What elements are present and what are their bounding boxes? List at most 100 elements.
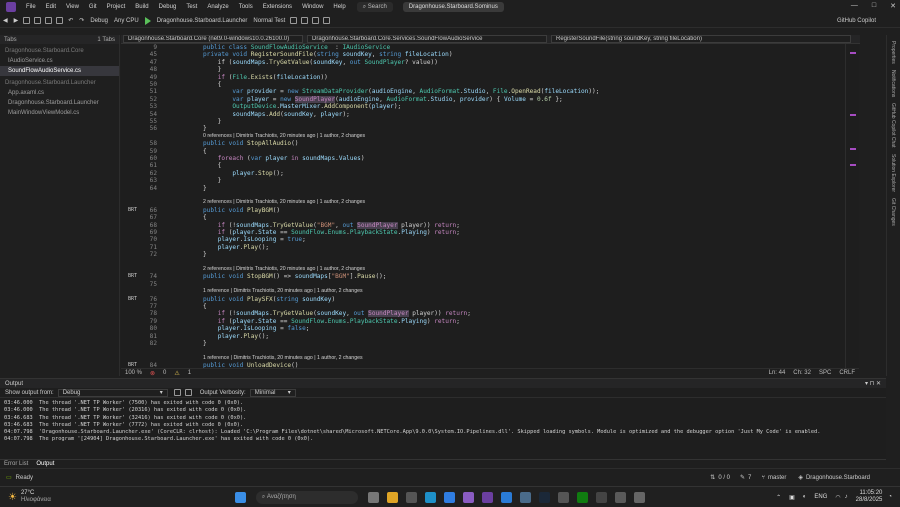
copilot-button[interactable]: GitHub Copilot [837,16,876,26]
save-all-icon[interactable] [56,17,64,24]
rail-tab-git-changes[interactable]: Git Changes [890,198,896,226]
forward-icon[interactable]: ▶ [14,16,19,26]
tab-item[interactable]: SoundFlowAudioService.cs [0,66,119,76]
output-source-select[interactable]: Debug ▾ [57,388,168,397]
rail-tab-copilot-chat[interactable]: GitHub Copilot Chat [890,103,896,147]
tab-item[interactable]: Dragonhouse.Starboard.Launcher [0,98,119,108]
clear-output-icon[interactable] [173,389,181,396]
menu-test[interactable]: Test [181,4,202,10]
open-icon[interactable] [34,17,42,24]
tool-icon[interactable] [323,17,331,24]
codelens[interactable]: 2 references | Dimitris Trachiotis, 20 m… [203,199,365,206]
changes-count[interactable]: 0 / 0 [718,475,730,481]
menu-view[interactable]: View [61,4,84,10]
menu-edit[interactable]: Edit [41,4,61,10]
tab-item[interactable]: MainWindowViewModel.cs [0,108,119,118]
undo-icon[interactable]: ↶ [68,16,73,26]
class-dropdown[interactable]: Dragonhouse.Starboard.Core.Services.Soun… [307,35,547,43]
repo-name[interactable]: Dragonhouse.Starboard [806,475,870,481]
terminal-icon[interactable] [595,491,607,503]
menu-project[interactable]: Project [102,4,131,10]
menu-extensions[interactable]: Extensions [258,4,297,10]
visual-studio-icon[interactable] [462,491,474,503]
gutter-badge[interactable]: BRT [128,296,137,303]
rider-icon[interactable] [481,491,493,503]
code-editor[interactable]: 9 public class SoundFlowAudioService : IA… [121,44,859,368]
notifications-icon[interactable]: ◔ [888,494,892,500]
file-explorer-icon[interactable] [386,491,398,503]
branch-name[interactable]: master [768,475,786,481]
menu-analyze[interactable]: Analyze [202,4,233,10]
pencil-count[interactable]: 7 [748,475,751,481]
tool-icon[interactable] [290,17,298,24]
start-debug-icon[interactable] [144,16,151,25]
wifi-icon[interactable]: ◠ [835,494,840,501]
output-text[interactable]: 03:46.000 The thread '.NET TP Worker' (7… [0,398,886,446]
language-indicator[interactable]: ENG [814,494,827,500]
test-select[interactable]: Normal Test [253,16,285,26]
platform-select[interactable]: Any CPU [114,16,139,26]
redo-icon[interactable]: ↷ [79,16,84,26]
codelens[interactable]: 1 reference | Dimitris Trachiotis, 20 mi… [203,355,363,362]
tab-group-header[interactable]: Dragonhouse.Starboard.Launcher [0,78,119,88]
github-icon[interactable] [633,491,645,503]
codelens[interactable]: 2 references | Dimitris Trachiotis, 20 m… [203,266,365,273]
tab-group-header[interactable]: Dragonhouse.Starboard.Core [0,46,119,56]
member-dropdown[interactable]: RegisterSoundFile(string soundKey, strin… [551,35,851,43]
tool-icon[interactable] [301,17,309,24]
taskbar-search[interactable]: ⌕ Αναζήτηση [255,490,358,504]
steam-icon[interactable] [538,491,550,503]
error-count[interactable]: 0 [163,370,166,376]
project-dropdown[interactable]: Dragonhouse.Starboard.Core (net9.0-windo… [123,35,303,43]
start-icon[interactable] [234,491,246,503]
zoom-level[interactable]: 100 % [125,370,142,376]
menu-file[interactable]: File [21,4,41,10]
save-icon[interactable] [45,17,53,24]
task-view-icon[interactable] [367,491,379,503]
store-icon[interactable] [405,491,417,503]
menu-window[interactable]: Window [297,4,328,10]
gutter-badge[interactable]: BRT [128,273,137,280]
tab-item[interactable]: IAudioService.cs [0,56,119,66]
rail-tab-properties[interactable]: Properties [890,41,896,64]
tab-item[interactable]: App.axaml.cs [0,88,119,98]
maximize-button[interactable]: □ [872,2,876,10]
close-button[interactable]: ✕ [890,2,896,10]
tab-error-list[interactable]: Error List [0,460,32,468]
volume-icon[interactable]: ♪ [845,494,848,500]
line-ending[interactable]: CRLF [839,370,855,376]
codelens[interactable]: 1 reference | Dimitris Trachiotis, 20 mi… [203,288,363,295]
tool-icon[interactable] [312,17,320,24]
xbox-icon[interactable] [576,491,588,503]
app-icon[interactable] [614,491,626,503]
startup-project-select[interactable]: Dragonhouse.Starboard.Launcher [157,16,248,26]
tray-icon[interactable]: ▣ [789,494,795,501]
output-window-controls[interactable]: ▾ ⊓ ✕ [865,380,881,387]
gutter-badge[interactable]: BRT [128,207,137,214]
editor-scrollbar[interactable] [845,44,859,368]
rail-tab-solution-explorer[interactable]: Solution Explorer [890,154,896,192]
minimize-button[interactable]: — [851,2,858,10]
warning-count[interactable]: 1 [188,370,191,376]
word-wrap-icon[interactable] [184,389,192,396]
chevron-up-icon[interactable]: ⌃ [776,494,781,501]
app-icon[interactable] [519,491,531,503]
menu-build[interactable]: Build [130,4,153,10]
codelens[interactable]: 0 references | Dimitris Trachiotis, 20 m… [203,133,365,140]
rail-tab-notifications[interactable]: Notifications [890,70,896,97]
tray-icon[interactable]: ◐ [803,494,807,500]
menu-debug[interactable]: Debug [154,4,182,10]
search-box[interactable]: ⌕ Search [356,2,393,12]
clock[interactable]: 11:05:20 28/8/2025 [856,490,883,504]
indent-mode[interactable]: SPC [819,370,831,376]
config-select[interactable]: Debug [90,16,108,26]
menu-help[interactable]: Help [328,4,350,10]
vscode-icon[interactable] [500,491,512,503]
edge-icon[interactable] [424,491,436,503]
new-item-icon[interactable] [23,17,31,24]
menu-tools[interactable]: Tools [234,4,258,10]
verbosity-select[interactable]: Minimal ▾ [249,388,296,397]
weather-widget[interactable]: 27°C Ηλιοφάνεια [21,490,51,504]
menu-git[interactable]: Git [84,4,102,10]
back-icon[interactable]: ◀ [3,16,8,26]
